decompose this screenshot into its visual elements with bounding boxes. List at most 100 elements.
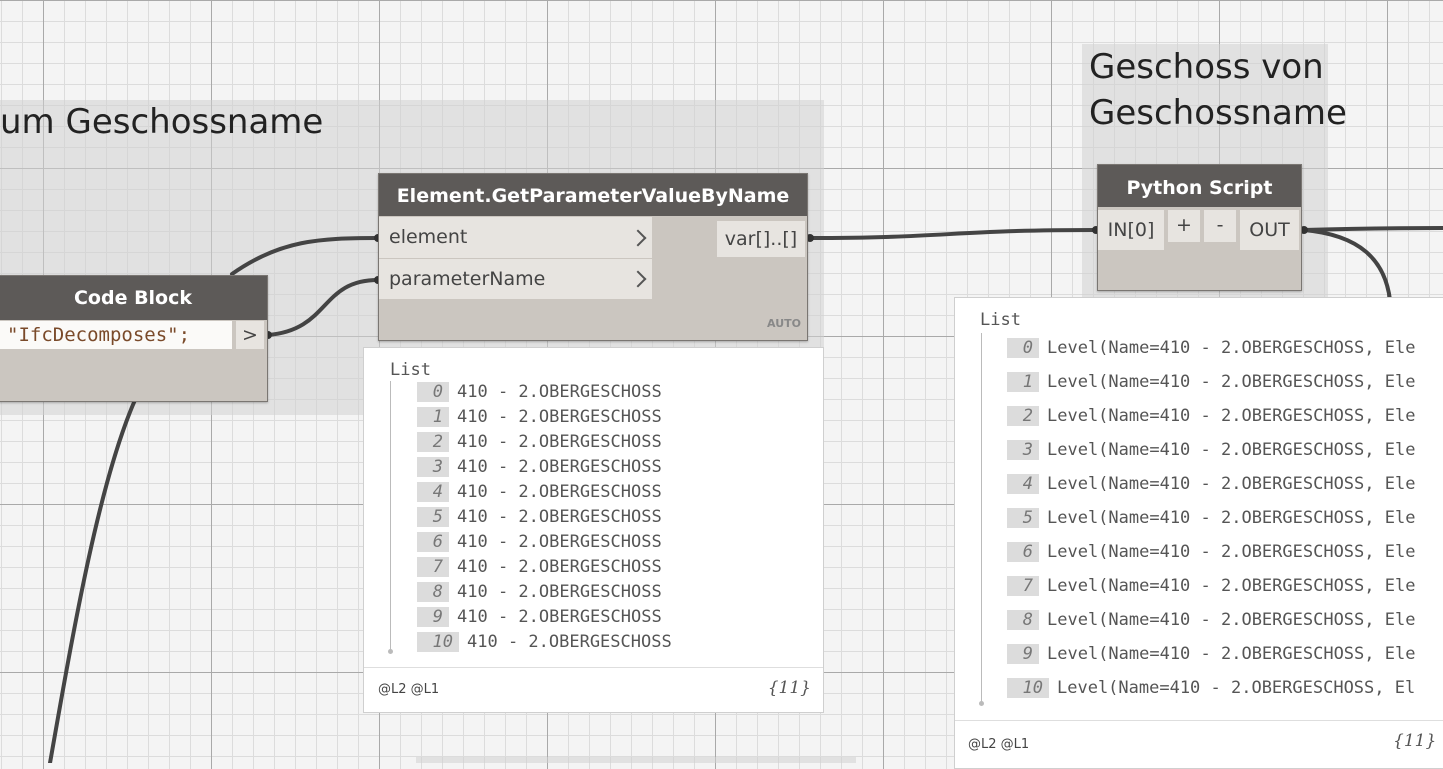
list-item-value: 410 - 2.OBERGESCHOSS bbox=[457, 532, 662, 552]
get-parameter-node[interactable]: Element.GetParameterValueByName element … bbox=[378, 173, 808, 341]
list-item: 0 Level(Name=410 - 2.OBERGESCHOSS, Ele bbox=[1007, 338, 1415, 358]
list-item-value: Level(Name=410 - 2.OBERGESCHOSS, El bbox=[1057, 678, 1416, 698]
list-item: 3 410 - 2.OBERGESCHOSS bbox=[417, 457, 662, 477]
list-item: 1 Level(Name=410 - 2.OBERGESCHOSS, Ele bbox=[1007, 372, 1415, 392]
list-item-value: 410 - 2.OBERGESCHOSS bbox=[457, 382, 662, 402]
get-parameter-preview[interactable]: List 0 410 - 2.OBERGESCHOSS 1 410 - 2.OBERG… bbox=[363, 347, 824, 713]
list-item-value: 410 - 2.OBERGESCHOSS bbox=[457, 482, 662, 502]
list-item-index: 4 bbox=[1007, 474, 1039, 494]
list-item-value: Level(Name=410 - 2.OBERGESCHOSS, Ele bbox=[1047, 644, 1416, 664]
python-preview-tree-line bbox=[981, 333, 982, 703]
group-right-title-line2: Geschossname bbox=[1089, 93, 1347, 133]
list-item: 8 410 - 2.OBERGESCHOSS bbox=[417, 582, 662, 602]
list-item-value: Level(Name=410 - 2.OBERGESCHOSS, Ele bbox=[1047, 508, 1416, 528]
list-item-index: 8 bbox=[1007, 610, 1039, 630]
code-block-code[interactable]: "IfcDecomposes"; bbox=[0, 321, 232, 349]
list-item-index: 5 bbox=[417, 507, 449, 527]
preview-footer: @L2 @L1 {11} bbox=[364, 667, 823, 712]
python-script-title: Python Script bbox=[1098, 165, 1301, 207]
code-block-title: Code Block bbox=[0, 276, 267, 320]
list-item: 6 Level(Name=410 - 2.OBERGESCHOSS, Ele bbox=[1007, 542, 1415, 562]
list-item: 1 410 - 2.OBERGESCHOSS bbox=[417, 407, 662, 427]
list-item-value: Level(Name=410 - 2.OBERGESCHOSS, Ele bbox=[1047, 610, 1416, 630]
code-block-node[interactable]: Code Block "IfcDecomposes"; > bbox=[0, 275, 268, 402]
list-item: 7 410 - 2.OBERGESCHOSS bbox=[417, 557, 662, 577]
python-preview[interactable]: List 0 Level(Name=410 - 2.OBERGESCHOSS, E… bbox=[954, 297, 1443, 769]
python-preview-footer: @L2 @L1 {11} bbox=[955, 720, 1443, 768]
python-preview-count: {11} bbox=[1393, 731, 1437, 751]
list-item-index: 9 bbox=[1007, 644, 1039, 664]
list-item: 2 410 - 2.OBERGESCHOSS bbox=[417, 432, 662, 452]
list-item-index: 0 bbox=[417, 382, 449, 402]
input-port-parametername-label: parameterName bbox=[389, 268, 546, 290]
remove-input-button[interactable]: - bbox=[1204, 210, 1236, 242]
python-output-port[interactable]: OUT bbox=[1240, 210, 1299, 250]
list-item-value: Level(Name=410 - 2.OBERGESCHOSS, Ele bbox=[1047, 440, 1416, 460]
list-item: 10 410 - 2.OBERGESCHOSS bbox=[417, 632, 672, 652]
group-bottom-edge bbox=[416, 757, 856, 763]
list-item: 10 Level(Name=410 - 2.OBERGESCHOSS, El bbox=[1007, 678, 1415, 698]
list-item-value: 410 - 2.OBERGESCHOSS bbox=[467, 632, 672, 652]
list-item-value: Level(Name=410 - 2.OBERGESCHOSS, Ele bbox=[1047, 474, 1416, 494]
list-item-value: Level(Name=410 - 2.OBERGESCHOSS, Ele bbox=[1047, 576, 1416, 596]
list-item: 7 Level(Name=410 - 2.OBERGESCHOSS, Ele bbox=[1007, 576, 1415, 596]
list-item-value: Level(Name=410 - 2.OBERGESCHOSS, Ele bbox=[1047, 338, 1416, 358]
list-item-index: 10 bbox=[417, 632, 459, 652]
list-item-value: 410 - 2.OBERGESCHOSS bbox=[457, 607, 662, 627]
list-item-value: 410 - 2.OBERGESCHOSS bbox=[457, 407, 662, 427]
get-parameter-title: Element.GetParameterValueByName bbox=[379, 174, 807, 216]
python-script-node[interactable]: Python Script IN[0] + - OUT bbox=[1097, 164, 1302, 291]
list-item: 0 410 - 2.OBERGESCHOSS bbox=[417, 382, 662, 402]
preview-tree-line bbox=[390, 381, 391, 651]
list-item: 6 410 - 2.OBERGESCHOSS bbox=[417, 532, 662, 552]
python-preview-tree-dot bbox=[979, 701, 984, 706]
list-item-value: 410 - 2.OBERGESCHOSS bbox=[457, 432, 662, 452]
chevron-right-icon bbox=[629, 270, 647, 288]
list-item: 9 410 - 2.OBERGESCHOSS bbox=[417, 607, 662, 627]
python-input-port[interactable]: IN[0] bbox=[1098, 210, 1164, 250]
preview-count: {11} bbox=[767, 678, 811, 698]
list-item-index: 1 bbox=[1007, 372, 1039, 392]
list-item-value: Level(Name=410 - 2.OBERGESCHOSS, Ele bbox=[1047, 406, 1416, 426]
add-input-button[interactable]: + bbox=[1168, 210, 1200, 242]
list-item-value: 410 - 2.OBERGESCHOSS bbox=[457, 557, 662, 577]
wire-left-down bbox=[48, 398, 137, 763]
list-item: 5 Level(Name=410 - 2.OBERGESCHOSS, Ele bbox=[1007, 508, 1415, 528]
list-item-index: 6 bbox=[1007, 542, 1039, 562]
input-port-element-label: element bbox=[389, 226, 468, 248]
list-item-value: Level(Name=410 - 2.OBERGESCHOSS, Ele bbox=[1047, 372, 1416, 392]
python-preview-list-label: List bbox=[980, 310, 1021, 330]
list-item: 4 410 - 2.OBERGESCHOSS bbox=[417, 482, 662, 502]
wire-get-to-python bbox=[808, 228, 1098, 240]
list-item-index: 7 bbox=[1007, 576, 1039, 596]
group-right-title-line1: Geschoss von bbox=[1089, 47, 1324, 87]
code-block-output-port[interactable]: > bbox=[236, 321, 264, 349]
list-item-value: 410 - 2.OBERGESCHOSS bbox=[457, 457, 662, 477]
code-block-code-text: "IfcDecomposes"; bbox=[7, 324, 191, 346]
list-item-index: 6 bbox=[417, 532, 449, 552]
list-item: 2 Level(Name=410 - 2.OBERGESCHOSS, Ele bbox=[1007, 406, 1415, 426]
list-item-value: 410 - 2.OBERGESCHOSS bbox=[457, 507, 662, 527]
list-item: 9 Level(Name=410 - 2.OBERGESCHOSS, Ele bbox=[1007, 644, 1415, 664]
preview-tree-dot bbox=[388, 649, 393, 654]
preview-levels[interactable]: @L2 @L1 bbox=[378, 682, 439, 697]
chevron-right-icon bbox=[629, 229, 647, 246]
list-item-value: Level(Name=410 - 2.OBERGESCHOSS, Ele bbox=[1047, 542, 1416, 562]
list-item: 8 Level(Name=410 - 2.OBERGESCHOSS, Ele bbox=[1007, 610, 1415, 630]
group-left-title: um Geschossname bbox=[0, 102, 324, 142]
input-port-element[interactable]: element bbox=[379, 217, 652, 258]
list-item-value: 410 - 2.OBERGESCHOSS bbox=[457, 582, 662, 602]
list-item: 5 410 - 2.OBERGESCHOSS bbox=[417, 507, 662, 527]
output-port-var[interactable]: var[]..[] bbox=[717, 221, 805, 257]
python-preview-levels[interactable]: @L2 @L1 bbox=[968, 737, 1029, 752]
list-item-index: 10 bbox=[1007, 678, 1049, 698]
lacing-label[interactable]: AUTO bbox=[767, 317, 801, 330]
preview-list-label: List bbox=[390, 360, 431, 380]
list-item-index: 5 bbox=[1007, 508, 1039, 528]
list-item-index: 0 bbox=[1007, 338, 1039, 358]
input-port-parametername[interactable]: parameterName bbox=[379, 259, 652, 299]
list-item-index: 1 bbox=[417, 407, 449, 427]
list-item-index: 7 bbox=[417, 557, 449, 577]
list-item-index: 3 bbox=[1007, 440, 1039, 460]
list-item: 4 Level(Name=410 - 2.OBERGESCHOSS, Ele bbox=[1007, 474, 1415, 494]
